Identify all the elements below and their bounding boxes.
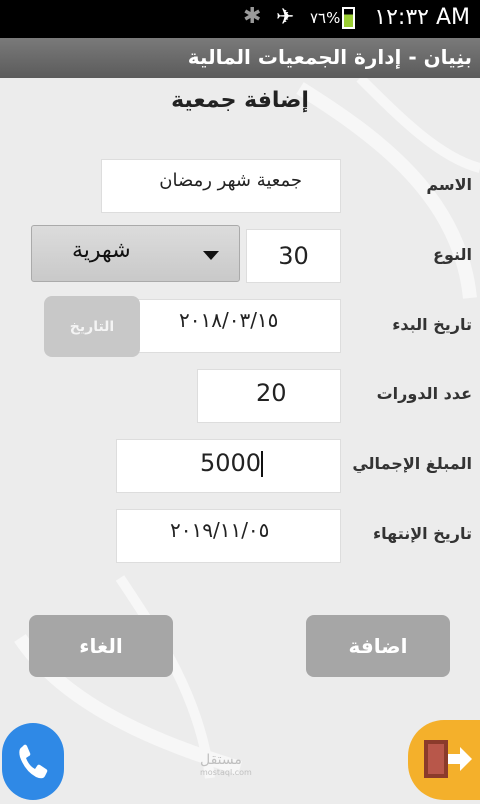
end-date-value: ٢٠١٩/١١/٠٥: [170, 518, 270, 542]
bluetooth-icon: ✱: [243, 4, 262, 29]
pick-date-button[interactable]: التاريخ: [44, 296, 140, 357]
battery-icon: [342, 7, 355, 29]
exit-door-icon: [424, 740, 472, 778]
clock: ١٢:٣٢ AM: [374, 5, 470, 30]
phone-icon: [19, 744, 48, 779]
total-amount-value: 5000: [200, 449, 262, 477]
exit-button[interactable]: [408, 720, 480, 800]
type-count-value: 30: [278, 242, 309, 270]
total-amount-input-content: 5000: [200, 449, 264, 477]
page-title: إضافة جمعية: [171, 88, 309, 113]
total-amount-label: المبلغ الإجمالي: [352, 454, 472, 473]
cycles-field[interactable]: 20: [197, 369, 341, 423]
status-bar: ✱ ✈ ٧٦% ١٢:٣٢ AM: [0, 0, 480, 38]
type-label: النوع: [433, 245, 472, 264]
type-dropdown-value: شهرية: [72, 238, 131, 263]
type-count-field[interactable]: 30: [246, 229, 341, 283]
app-title: بنِيان - إدارة الجمعيات المالية: [187, 45, 472, 69]
start-date-field[interactable]: ٢٠١٨/٠٣/١٥: [138, 299, 341, 353]
cancel-button[interactable]: الغاء: [29, 615, 173, 677]
watermark: مستقل mostaql.com: [200, 752, 252, 777]
cycles-label: عدد الدورات: [376, 384, 472, 403]
app-title-bar: بنِيان - إدارة الجمعيات المالية: [0, 38, 480, 78]
type-dropdown[interactable]: شهرية: [31, 225, 240, 282]
watermark-name: مستقل: [200, 752, 242, 768]
end-date-label: تاريخ الإنتهاء: [372, 524, 472, 543]
cycles-value: 20: [256, 379, 287, 407]
call-button[interactable]: [2, 723, 64, 800]
end-date-field[interactable]: ٢٠١٩/١١/٠٥: [116, 509, 341, 563]
watermark-url: mostaql.com: [200, 768, 252, 777]
start-date-value: ٢٠١٨/٠٣/١٥: [179, 308, 279, 332]
name-field[interactable]: جمعية شهر رمضان: [101, 159, 341, 213]
add-button[interactable]: اضافة: [306, 615, 450, 677]
chevron-down-icon: [203, 251, 219, 260]
airplane-mode-icon: ✈: [276, 5, 295, 30]
name-label: الاسم: [426, 175, 472, 194]
start-date-label: تاريخ البدء: [392, 315, 472, 334]
name-value: جمعية شهر رمضان: [159, 170, 302, 191]
text-cursor: [261, 451, 264, 477]
battery-percent: ٧٦%: [310, 9, 341, 27]
total-amount-field[interactable]: 5000: [116, 439, 341, 493]
